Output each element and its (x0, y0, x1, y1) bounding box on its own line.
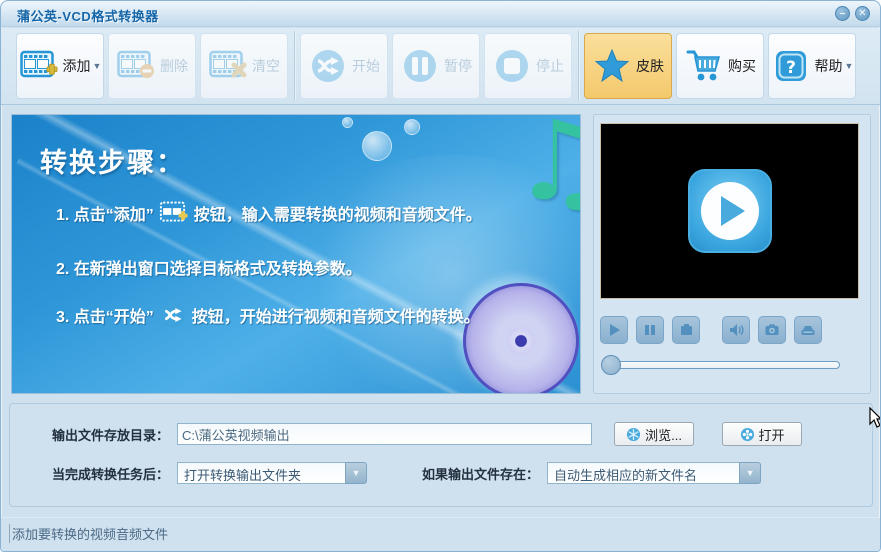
svg-text:?: ? (786, 58, 796, 78)
status-text: 添加要转换的视频音频文件 (9, 524, 168, 543)
output-dir-row: 输出文件存放目录： 浏览... 打开 (10, 422, 872, 446)
browse-icon (627, 427, 641, 441)
player-open-tray-button (794, 316, 822, 344)
step-1: 1. 点击“添加” 按钮，输入需要转换的视频和音频文件。 (56, 201, 482, 225)
seek-slider[interactable] (601, 355, 840, 375)
step-3: 3. 点击“开始” 按钮，开始进行视频和音频文件的转换。 (56, 301, 480, 329)
bubble-decoration (342, 117, 353, 128)
star-icon (592, 46, 632, 86)
chevron-down-icon: ▼ (345, 462, 368, 484)
convert-start-icon (308, 46, 348, 86)
player-pause-button (636, 316, 664, 344)
skin-button-label: 皮肤 (636, 58, 664, 74)
stop-icon (681, 324, 692, 335)
start-button: 开始 (300, 33, 388, 99)
film-add-icon (19, 46, 59, 86)
film-add-icon (159, 201, 189, 225)
chevron-down-icon: ▼ (92, 61, 102, 71)
toolbar-separator (578, 31, 579, 101)
window-title: 蒲公英-VCD格式转换器 (17, 9, 159, 24)
player-snapshot-button (758, 316, 786, 344)
pause-button: 暂停 (392, 33, 480, 99)
after-task-value: 打开转换输出文件夹 (177, 462, 346, 484)
cd-disc-graphic (463, 283, 579, 393)
player-controls (600, 316, 864, 344)
help-icon: ? (771, 46, 811, 86)
step-3-text: 按钮，开始进行视频和音频文件的转换。 (191, 309, 480, 326)
after-task-label: 当完成转换任务后： (52, 466, 170, 482)
clear-button: 清空 (200, 33, 288, 99)
skin-button[interactable]: 皮肤 (584, 33, 672, 99)
step-2-text: 2. 在新弹出窗口选择目标格式及转换参数。 (56, 261, 362, 278)
output-dir-input[interactable] (177, 423, 593, 445)
preview-panel (593, 114, 871, 394)
add-button[interactable]: 添加 ▼ (16, 33, 104, 99)
player-volume-button (722, 316, 750, 344)
pause-icon (400, 46, 440, 86)
step-1-text: 按钮，输入需要转换的视频和音频文件。 (193, 207, 482, 224)
player-play-button (600, 316, 628, 344)
stop-icon (492, 46, 532, 86)
start-button-label: 开始 (352, 58, 380, 74)
film-remove-icon (116, 46, 156, 86)
browse-button-label: 浏览... (645, 427, 682, 443)
bubble-decoration (362, 131, 392, 161)
browse-button[interactable]: 浏览... (614, 422, 695, 446)
step-3-text: 3. 点击“开始” (56, 309, 154, 326)
player-stop-button (672, 316, 700, 344)
delete-button-label: 删除 (160, 58, 188, 74)
seek-slider-knob[interactable] (601, 355, 621, 375)
toolbar: 添加 ▼ 删除 清空 开始 暂停 停止 皮肤 购买 ? 帮助 ▼ (1, 28, 880, 105)
close-button[interactable]: ✕ (855, 6, 870, 21)
toolbar-separator (294, 31, 295, 101)
options-row: 当完成转换任务后： 打开转换输出文件夹 ▼ 如果输出文件存在： 自动生成相应的新… (10, 462, 872, 484)
cart-icon (684, 46, 724, 86)
buy-button[interactable]: 购买 (676, 33, 764, 99)
clear-button-label: 清空 (252, 58, 280, 74)
pause-button-label: 暂停 (444, 58, 472, 74)
stop-button: 停止 (484, 33, 572, 99)
output-settings-group: 输出文件存放目录： 浏览... 打开 当完成转换任务后： (9, 403, 873, 507)
output-dir-label: 输出文件存放目录： (52, 427, 170, 443)
music-note-icon: ♫ (512, 115, 580, 225)
chevron-down-icon: ▼ (844, 61, 854, 71)
chevron-down-icon: ▼ (739, 462, 762, 484)
buy-button-label: 购买 (728, 58, 756, 74)
open-button[interactable]: 打开 (722, 422, 803, 446)
open-button-label: 打开 (758, 427, 785, 443)
mouse-cursor (869, 407, 880, 428)
pause-icon (645, 325, 655, 335)
if-exists-label: 如果输出文件存在： (422, 466, 540, 482)
bubble-decoration (404, 119, 420, 135)
play-triangle-icon (721, 196, 745, 226)
app-window: 蒲公英-VCD格式转换器 – ✕ 添加 ▼ 删除 清空 开始 暂停 停止 皮肤 … (0, 0, 881, 552)
stop-button-label: 停止 (536, 58, 564, 74)
steps-title: 转换步骤： (40, 148, 185, 178)
instruction-panel: ♫ 转换步骤： 1. 点击“添加” 按钮，输入需要转换的视频和音频文件。 2. … (11, 114, 581, 394)
help-button-label: 帮助 (814, 58, 843, 74)
play-circle (700, 182, 759, 240)
if-exists-value: 自动生成相应的新文件名 (547, 462, 740, 484)
volume-icon (730, 324, 744, 336)
cd-hole (507, 327, 535, 355)
film-clear-icon (208, 46, 248, 86)
minimize-button[interactable]: – (835, 6, 850, 21)
delete-button: 删除 (108, 33, 196, 99)
step-1-text: 1. 点击“添加” (56, 207, 154, 224)
title-bar: 蒲公英-VCD格式转换器 – ✕ (1, 1, 880, 27)
if-exists-dropdown[interactable]: 自动生成相应的新文件名 ▼ (547, 462, 762, 484)
convert-start-icon (159, 301, 187, 329)
after-task-dropdown[interactable]: 打开转换输出文件夹 ▼ (177, 462, 368, 484)
status-bar: 添加要转换的视频音频文件 (1, 517, 880, 551)
video-preview (600, 123, 859, 299)
player-logo (687, 169, 772, 253)
add-button-label: 添加 (62, 58, 91, 74)
step-2: 2. 在新弹出窗口选择目标格式及转换参数。 (56, 255, 362, 279)
camera-icon (765, 324, 779, 335)
disc-tray-icon (801, 326, 815, 335)
play-icon (610, 324, 620, 336)
film-reel-icon (740, 427, 754, 441)
help-button[interactable]: ? 帮助 ▼ (768, 33, 856, 99)
